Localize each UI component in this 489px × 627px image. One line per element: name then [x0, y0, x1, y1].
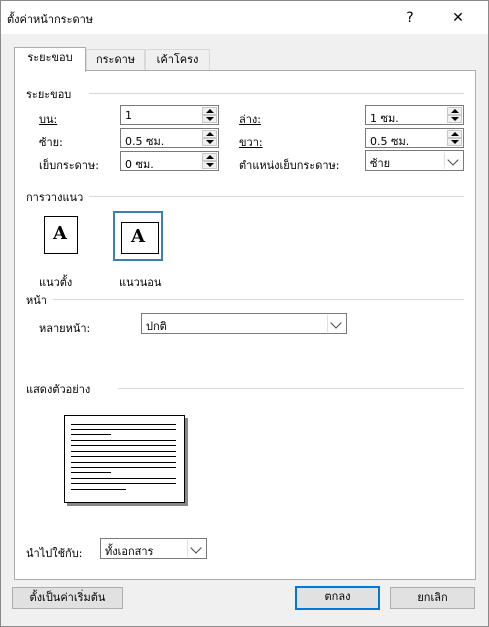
spin-down-icon[interactable]: [447, 138, 462, 146]
bottom-margin-label: ล่าง:: [239, 113, 261, 126]
apply-to-select[interactable]: ทั้งเอกสาร: [100, 538, 207, 559]
preview-text-line: [71, 456, 176, 457]
preview-text-line: [71, 489, 126, 490]
chevron-down-icon[interactable]: [187, 540, 205, 557]
bottom-margin-value: 1 ซม.: [370, 112, 399, 125]
cancel-button[interactable]: ยกเลิก: [390, 587, 475, 609]
portrait-option[interactable]: A: [36, 211, 86, 261]
portrait-letter: A: [53, 223, 67, 244]
spin-down-icon[interactable]: [202, 161, 217, 169]
top-margin-spinner[interactable]: 1: [120, 105, 219, 125]
ok-button[interactable]: ตกลง: [295, 586, 380, 610]
portrait-page-icon: A: [44, 216, 78, 254]
margins-group-divider: [89, 93, 464, 94]
preview-text-line: [71, 434, 111, 435]
tab-margins[interactable]: ระยะขอบ: [14, 47, 86, 72]
gutter-position-value: ซ้าย: [370, 157, 391, 170]
spin-down-icon[interactable]: [202, 115, 217, 123]
tab-paper[interactable]: กระดาษ: [86, 49, 145, 71]
preview-text-line: [71, 440, 176, 441]
set-as-default-button[interactable]: ตั้งเป็นค่าเริ่มต้น: [12, 587, 123, 609]
landscape-letter: A: [131, 226, 145, 247]
help-button[interactable]: ?: [395, 5, 425, 31]
preview-group-label: แสดงตัวอย่าง: [26, 380, 95, 398]
multiple-pages-select[interactable]: ปกติ: [141, 313, 347, 334]
right-margin-spinner[interactable]: 0.5 ซม.: [365, 128, 464, 148]
gutter-position-select[interactable]: ซ้าย: [365, 150, 464, 171]
close-button[interactable]: ✕: [443, 5, 473, 31]
left-margin-spinner[interactable]: 0.5 ซม.: [120, 128, 219, 148]
pages-group-divider: [53, 299, 464, 300]
portrait-label: แนวตั้ง: [39, 276, 73, 289]
right-margin-value: 0.5 ซม.: [370, 135, 410, 148]
preview-text-line: [71, 478, 176, 479]
spin-up-icon[interactable]: [447, 107, 462, 115]
multiple-pages-label: หลายหน้า:: [39, 322, 91, 335]
preview-group-divider: [118, 388, 464, 389]
gutter-label: เย็บกระดาษ:: [39, 159, 99, 172]
left-margin-label: ซ้าย:: [39, 136, 63, 149]
orientation-group-divider: [89, 196, 464, 197]
spin-up-icon[interactable]: [202, 153, 217, 161]
tab-layout[interactable]: เค้าโครง: [145, 49, 210, 71]
margins-group-label: ระยะขอบ: [26, 85, 76, 103]
spin-down-icon[interactable]: [202, 138, 217, 146]
left-margin-value: 0.5 ซม.: [125, 135, 165, 148]
preview-text-line: [71, 462, 176, 463]
preview-text-line: [71, 424, 176, 425]
preview-text-line: [71, 451, 176, 452]
gutter-position-label: ตำแหน่งเย็บกระดาษ:: [239, 159, 340, 172]
landscape-option[interactable]: A: [113, 211, 163, 261]
landscape-label: แนวนอน: [119, 276, 162, 289]
orientation-group-label: การวางแนว: [26, 188, 88, 206]
bottom-margin-spinner[interactable]: 1 ซม.: [365, 105, 464, 125]
top-margin-label: บน:: [39, 113, 58, 126]
chevron-down-icon[interactable]: [327, 315, 345, 332]
apply-to-label: นำไปใช้กับ:: [26, 547, 83, 560]
right-margin-label: ขวา:: [239, 136, 263, 149]
gutter-spinner[interactable]: 0 ซม.: [120, 151, 219, 171]
preview-text-line: [71, 483, 176, 484]
apply-to-value: ทั้งเอกสาร: [105, 545, 154, 558]
spin-up-icon[interactable]: [447, 130, 462, 138]
page-setup-dialog: ตั้งค่าหน้ากระดาษ ? ✕ ระยะขอบ กระดาษ เค้…: [0, 0, 489, 627]
landscape-page-icon: A: [121, 222, 159, 254]
dialog-title: ตั้งค่าหน้ากระดาษ: [7, 13, 94, 26]
top-margin-value: 1: [125, 109, 132, 122]
pages-group-label: หน้า: [26, 291, 51, 309]
preview-text-line: [71, 467, 176, 468]
multiple-pages-value: ปกติ: [146, 320, 167, 333]
spin-up-icon[interactable]: [202, 107, 217, 115]
gutter-value: 0 ซม.: [125, 158, 154, 171]
chevron-down-icon[interactable]: [444, 152, 462, 169]
title-bar: ตั้งค่าหน้ากระดาษ ? ✕: [1, 1, 488, 34]
preview-text-line: [71, 429, 176, 430]
preview-page: [64, 415, 185, 503]
spin-down-icon[interactable]: [447, 115, 462, 123]
spin-up-icon[interactable]: [202, 130, 217, 138]
preview-text-line: [71, 472, 111, 473]
preview-text-line: [71, 445, 176, 446]
